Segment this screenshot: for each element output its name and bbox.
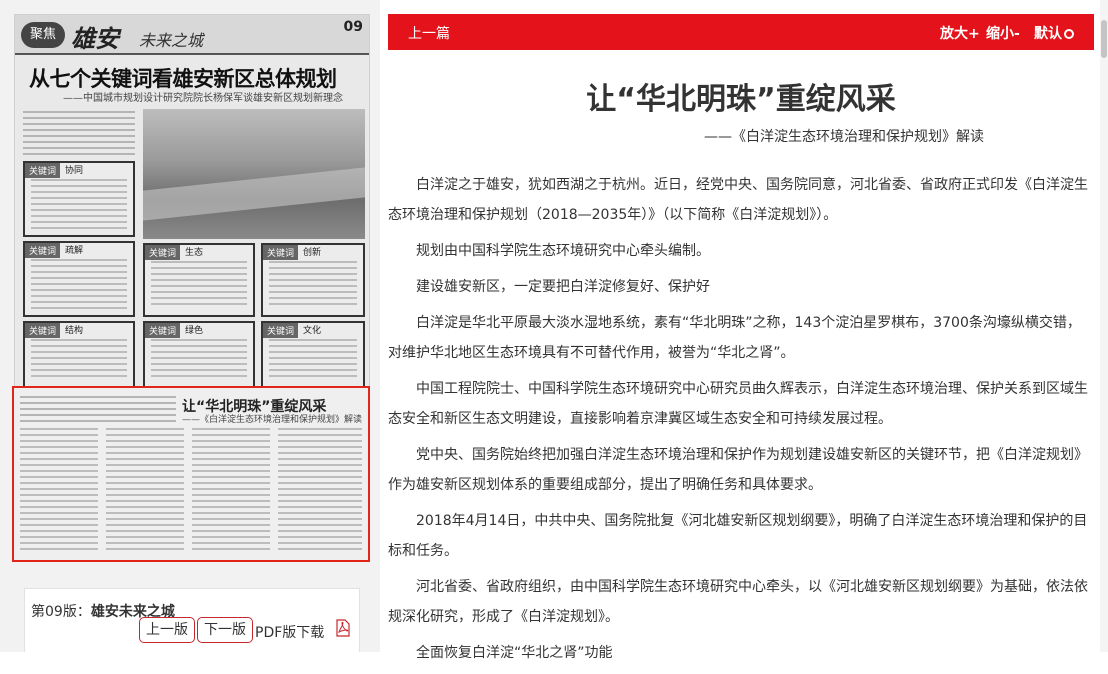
article-paragraph: 白洋淀是华北平原最大淡水湿地系统，素有“华北明珠”之称，143个淀泊星罗棋布，3… [388,315,1081,361]
article-paragraph: 2018年4月14日，中共中央、国务院批复《河北雄安新区规划纲要》，明确了白洋淀… [388,513,1088,559]
keyword-label-icon: 关键词 [263,245,299,260]
article-paragraph: 建设雄安新区，一定要把白洋淀修复好、保护好 [416,279,710,295]
zoom-in-button[interactable]: 放大+ [940,23,980,43]
keyword-box[interactable]: 关键词 绿色 [143,321,255,389]
left-panel: 聚焦 雄安 未来之城 09 从七个关键词看雄安新区总体规划 ——中国城市规划设计… [0,0,380,652]
prev-page-button[interactable]: 上一版 [139,617,195,643]
keyword-label-icon: 关键词 [145,245,181,260]
article-paragraph: 党中央、国务院始终把加强白洋淀生态环境治理和保护作为规划建设雄安新区的关键环节，… [388,447,1088,493]
article-paragraph: 白洋淀之于雄安，犹如西湖之于杭州。近日，经党中央、国务院同意，河北省委、省政府正… [388,177,1088,223]
edition-bar: 第09版：雄安未来之城 上一版 下一版 PDF版下载 [24,588,360,652]
article-column [106,428,184,552]
keyword-box[interactable]: 关键词 生态 [143,243,255,317]
default-size-button[interactable]: 默认 [1034,23,1074,43]
keyword-label-icon: 关键词 [145,323,181,338]
article-column [20,428,98,552]
keyword-box[interactable]: 关键词 疏解 [23,241,135,317]
article-subtitle: ——《白洋淀生态环境治理和保护规划》解读 [704,129,984,145]
article-intro-text [20,396,176,426]
highlight-subtitle: ——《白洋淀生态环境治理和保护规划》解读 [182,415,363,425]
keyword-label-icon: 关键词 [263,323,299,338]
baiyangdian-photo [143,109,365,239]
article-panel: 上一篇 放大+ 缩小- 默认 让“华北明珠”重绽风采 ——《白洋淀生态环境治理和… [388,0,1108,661]
keyword-text: 文化 [303,326,322,336]
keyword-text: 结构 [65,326,84,336]
keyword-box[interactable]: 关键词 协同 [23,161,135,237]
article-column [192,428,270,552]
keyword-text: 生态 [185,248,204,258]
page-number: 09 [343,19,363,35]
section-tag: 聚焦 [21,22,65,48]
article-column [278,428,362,552]
keyword-box[interactable]: 关键词 文化 [261,321,365,389]
article-paragraph: 河北省委、省政府组织，由中国科学院生态环境研究中心牵头，以《河北雄安新区规划纲要… [388,579,1088,625]
edition-prefix: 第09版： [31,604,91,620]
keyword-box[interactable]: 关键词 结构 [23,321,135,389]
masthead-subtitle: 未来之城 [139,31,204,50]
next-page-button[interactable]: 下一版 [197,617,253,643]
article-paragraph: 全面恢复白洋淀“华北之肾”功能 [416,645,613,661]
scrollbar-thumb[interactable] [1101,20,1107,58]
article-title: 让“华北明珠”重绽风采 [586,82,896,117]
keyword-label-icon: 关键词 [25,323,61,338]
zoom-out-button[interactable]: 缩小- [986,23,1020,43]
keyword-label-icon: 关键词 [25,163,61,178]
keyword-text: 协同 [65,166,84,176]
scrollbar[interactable] [1100,0,1108,652]
pdf-icon[interactable] [335,619,351,637]
keyword-text: 疏解 [65,246,84,256]
newspaper-subheadline: ——中国城市规划设计研究院院长杨保军谈雄安新区规划新理念 [63,93,343,104]
keyword-label-icon: 关键词 [25,243,61,258]
pdf-download-link[interactable]: PDF版下载 [255,622,324,642]
selected-article-region[interactable]: 让“华北明珠”重绽风采 ——《白洋淀生态环境治理和保护规划》解读 [12,386,370,562]
default-size-label: 默认 [1034,26,1062,42]
article-toolbar: 上一篇 放大+ 缩小- 默认 [388,14,1094,50]
article-paragraph: 中国工程院院士、中国科学院生态环境研究中心研究员曲久辉表示，白洋淀生态环境治理、… [388,381,1088,427]
newspaper-masthead: 聚焦 雄安 未来之城 09 [15,15,369,55]
intro-text [23,111,135,155]
article-body: 白洋淀之于雄安，犹如西湖之于杭州。近日，经党中央、国务院同意，河北省委、省政府正… [388,170,1090,674]
prev-article-link[interactable]: 上一篇 [408,23,450,43]
keyword-text: 绿色 [185,326,204,336]
masthead-title: 雄安 [71,24,119,53]
circle-icon [1064,29,1074,39]
article-paragraph: 规划由中国科学院生态环境研究中心牵头编制。 [416,243,710,259]
keyword-box[interactable]: 关键词 创新 [261,243,365,317]
keyword-text: 创新 [303,248,322,258]
